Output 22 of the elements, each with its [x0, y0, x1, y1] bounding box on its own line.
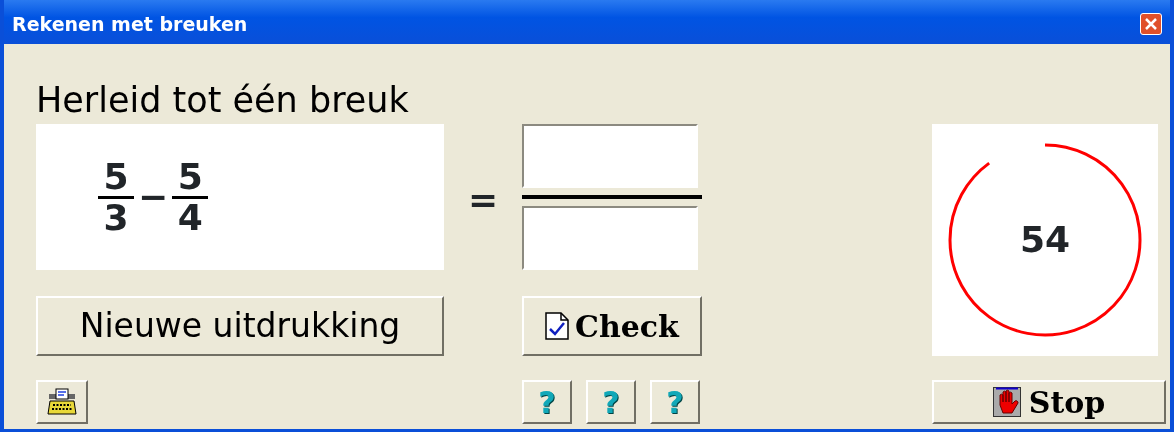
operator: −	[138, 175, 169, 219]
numerator: 5	[103, 157, 129, 196]
typewriter-button[interactable]	[36, 380, 88, 424]
fraction-bar	[98, 195, 134, 199]
denominator-field[interactable]	[522, 206, 698, 270]
typewriter-icon	[47, 388, 77, 416]
hand-icon	[992, 387, 1021, 417]
checked-document-icon	[545, 312, 570, 340]
timer-value: 54	[1019, 218, 1071, 262]
denominator: 3	[103, 198, 129, 237]
instruction-heading: Herleid tot één breuk	[36, 83, 410, 122]
close-button[interactable]	[1140, 13, 1162, 35]
check-button[interactable]: Check	[522, 296, 702, 356]
fraction-bar	[172, 195, 209, 199]
window-title: Rekenen met breuken	[12, 11, 248, 37]
equals-sign: =	[467, 178, 499, 222]
denominator: 4	[177, 198, 203, 237]
close-icon	[1144, 17, 1158, 31]
numerator-field[interactable]	[522, 124, 698, 188]
stop-button[interactable]: Stop	[932, 380, 1166, 424]
new-expression-button[interactable]: Nieuwe uitdrukking	[36, 296, 444, 356]
numerator: 5	[177, 157, 203, 196]
